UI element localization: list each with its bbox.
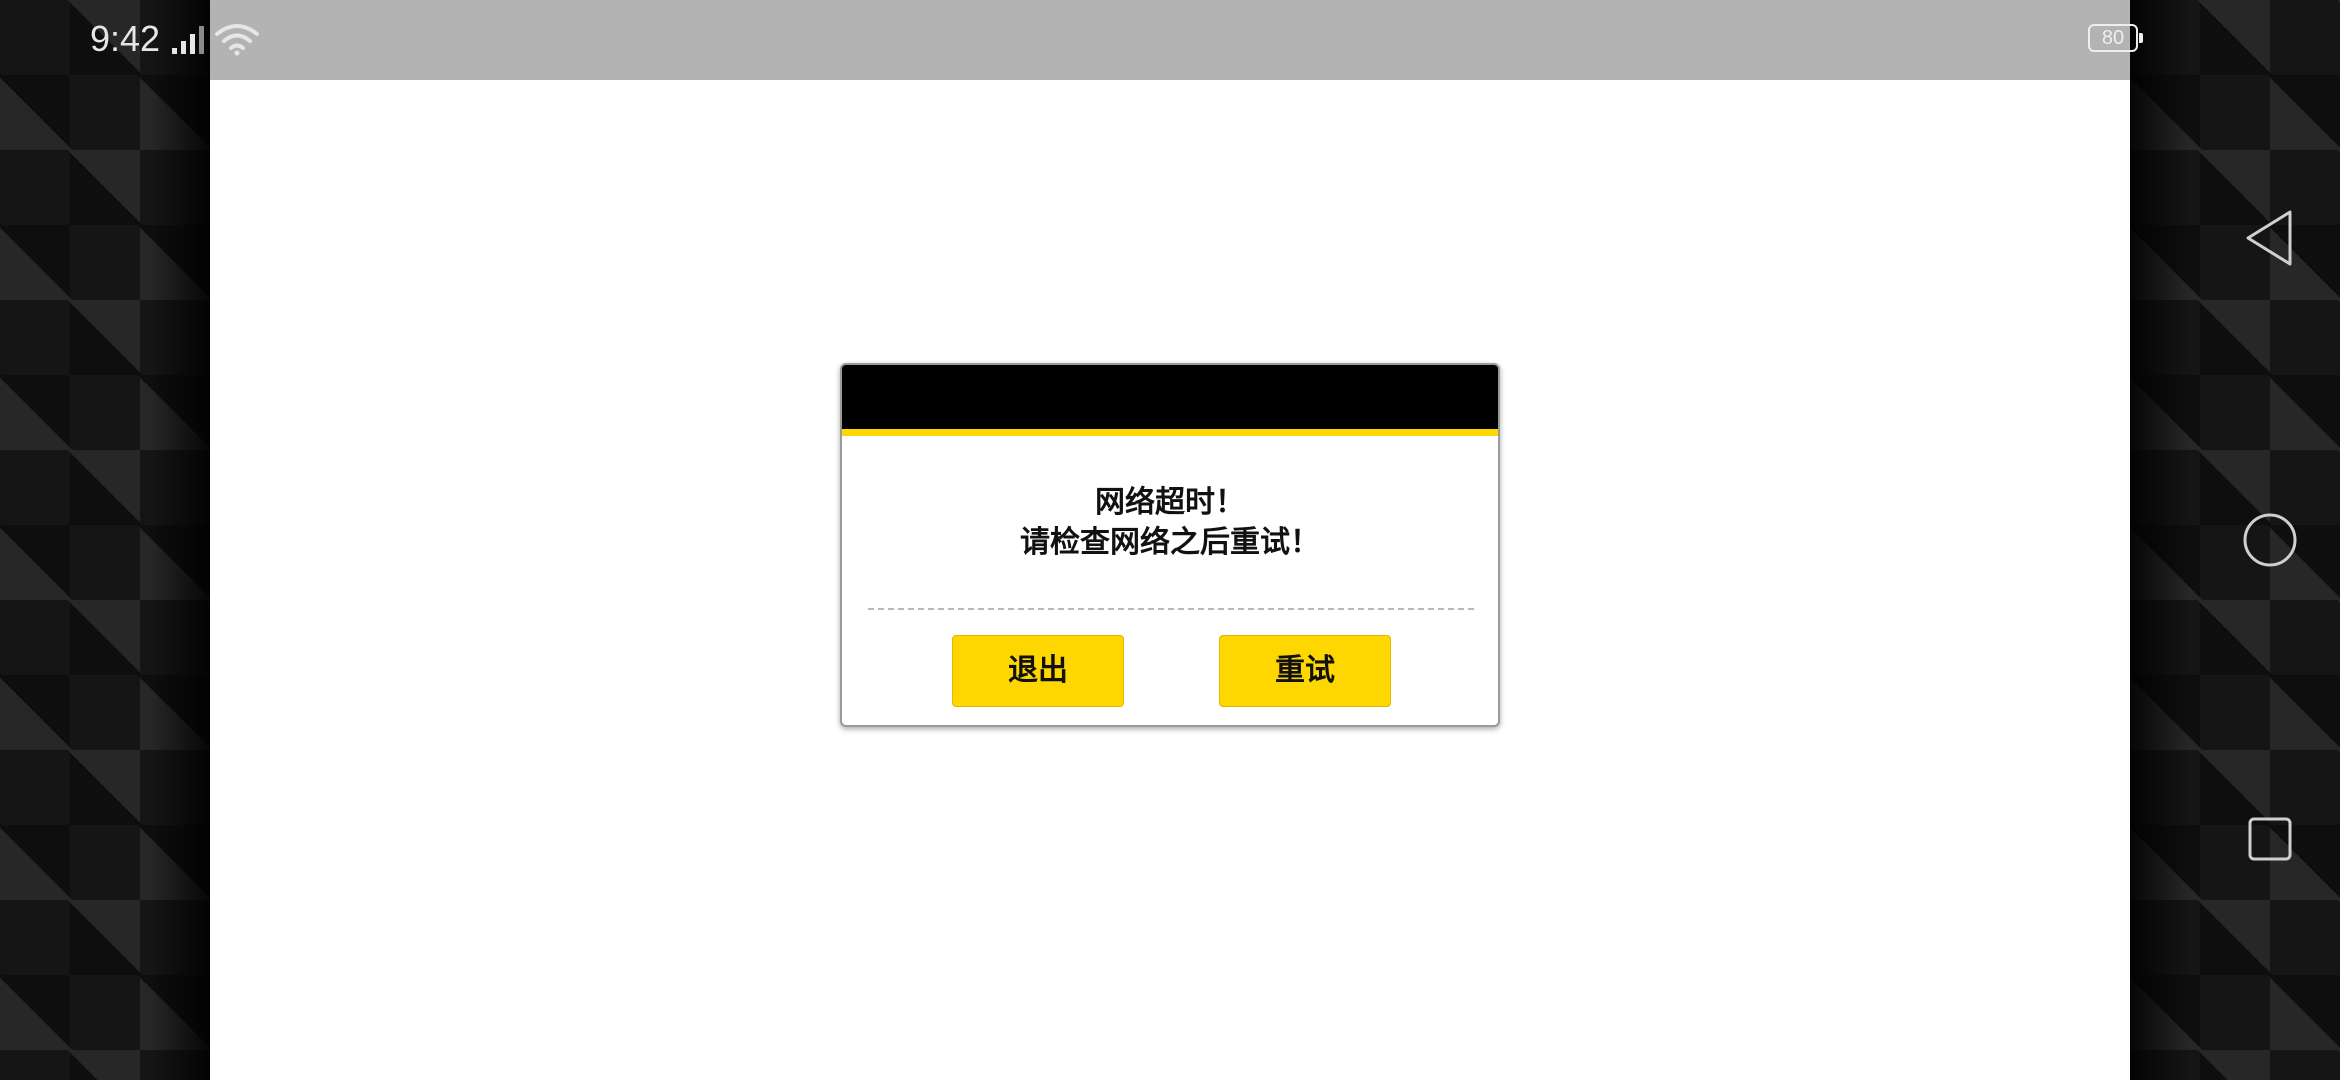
dialog-message: 网络超时！ 请检查网络之后重试！ [842,483,1498,563]
status-bar: 9:42 80 [0,0,2340,80]
wifi-icon [215,24,259,56]
edge-shadow-right [2130,0,2190,1080]
edge-shadow-left [150,0,210,1080]
status-bar-background [210,0,2130,80]
network-timeout-dialog: 网络超时！ 请检查网络之后重试！ 退出 重试 [840,363,1500,727]
navigation-bar [2220,0,2320,1080]
recents-icon[interactable] [2247,816,2293,862]
exit-button[interactable]: 退出 [952,635,1124,707]
dialog-message-line1: 网络超时！ [1095,485,1245,520]
battery-tip [2139,33,2143,43]
status-time: 9:42 [90,18,161,59]
battery-icon: 80 [2088,24,2144,56]
dialog-divider [868,608,1474,610]
device-screen: 9:42 80 网络超时！ 请检查网络之后重试！ 退出 重试 [0,0,2340,1080]
retry-button[interactable]: 重试 [1219,635,1391,707]
dialog-accent-stripe [842,429,1498,436]
dialog-header [842,365,1498,429]
signal-icon [172,26,204,54]
dialog-message-line2: 请检查网络之后重试！ [1020,525,1320,560]
home-icon[interactable] [2242,512,2298,568]
back-icon[interactable] [2242,208,2296,268]
battery-level: 80 [2088,24,2138,52]
